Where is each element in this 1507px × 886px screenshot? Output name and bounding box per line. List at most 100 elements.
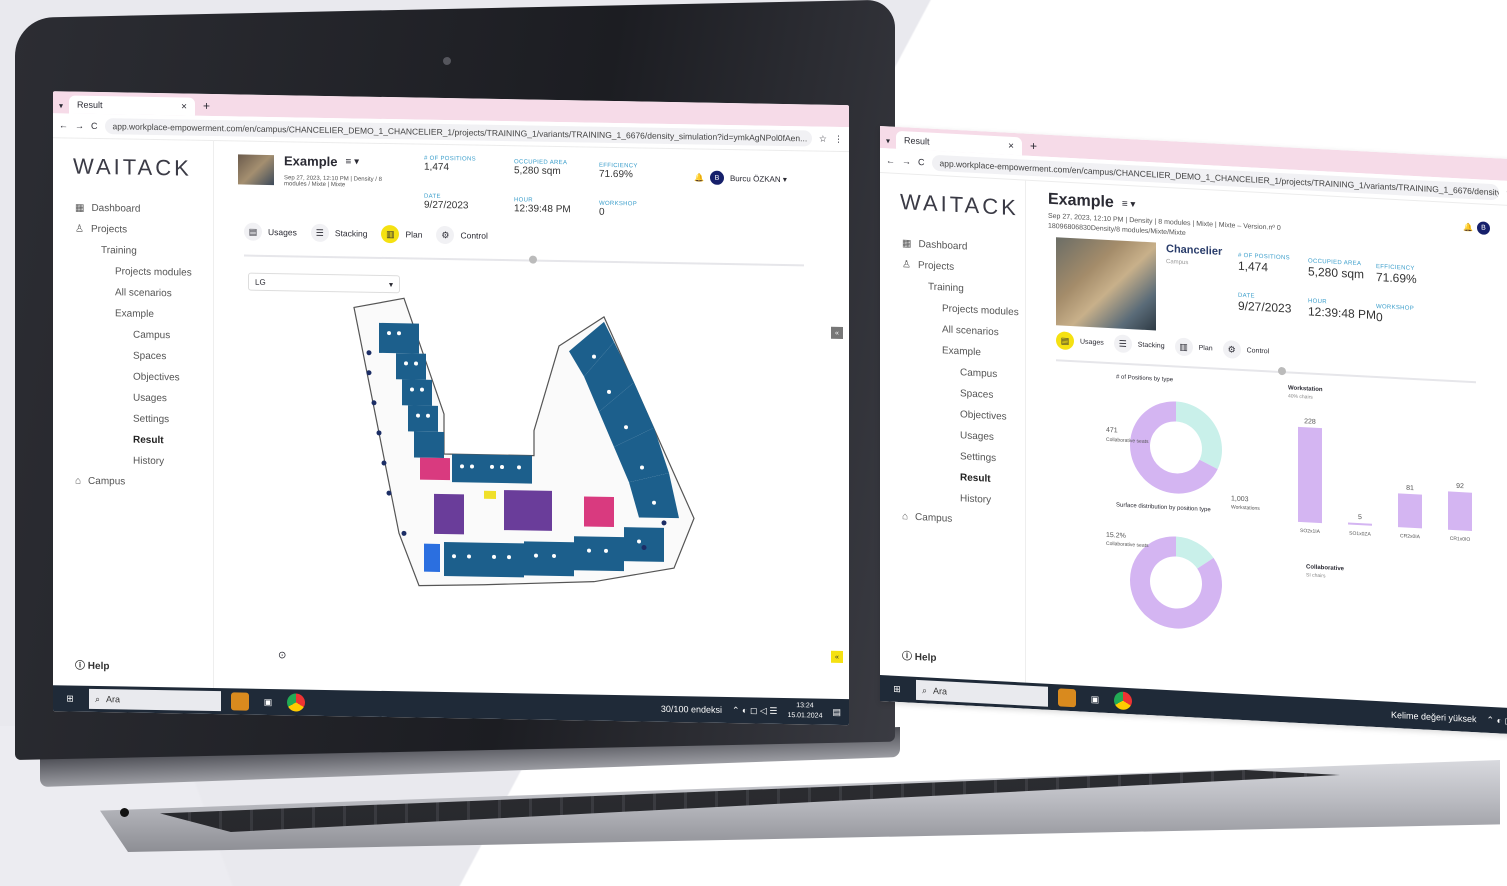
chevron-down-icon[interactable]: ▾ <box>886 136 890 145</box>
workstation-bar-category: CR2x0IA <box>1400 533 1421 540</box>
divider-slider[interactable] <box>244 254 804 267</box>
browser-tab[interactable]: Result × <box>69 95 196 116</box>
weather-status[interactable]: Kelime değeri yüksek <box>1391 710 1477 724</box>
stat-workshop: Workshop 0 <box>1376 304 1414 326</box>
chart-surface-distribution: 15.2%Collaborative seats <box>1106 532 1222 629</box>
tray-icons[interactable]: ⌃ ◐ ◻ ◁ ☰ <box>732 705 777 717</box>
title-menu-icon[interactable]: ≡ ▾ <box>1122 198 1136 210</box>
collapse-panel-button[interactable]: « <box>831 326 843 340</box>
sidebar-item-result[interactable]: Result <box>53 428 213 452</box>
tab-control[interactable]: ⚙ Control <box>1222 339 1269 360</box>
taskbar-spacer <box>315 703 651 709</box>
weather-status[interactable]: 30/100 endeksi <box>661 704 722 715</box>
clock[interactable]: 13:24 15.01.2024 <box>787 701 822 722</box>
sidebar-item-usages[interactable]: Usages <box>53 386 213 410</box>
sidebar-item-projects[interactable]: ♙ Projects <box>53 218 213 242</box>
chevron-down-icon[interactable]: ▾ <box>59 101 63 110</box>
tab-plan[interactable]: ▥ Plan <box>1174 337 1213 357</box>
taskbar-search[interactable]: ⌕ Ara <box>916 679 1048 707</box>
stat-date: Date 9/27/2023 <box>1238 293 1291 316</box>
back-icon[interactable]: ← <box>886 155 895 165</box>
sidebar-item-training[interactable]: Training <box>53 239 213 263</box>
sidebar-item-history[interactable]: History <box>53 449 213 473</box>
forward-icon[interactable]: → <box>75 121 84 131</box>
sidebar-item-campus-root[interactable]: ⌂ Campus <box>53 470 213 494</box>
help-link[interactable]: ⓘ Help <box>902 647 936 664</box>
bell-icon[interactable]: 🔔 <box>694 173 704 182</box>
tray-icons[interactable]: ⌃ ◐ ◻ <box>1487 714 1507 726</box>
usages-icon: ▤ <box>244 222 262 241</box>
expand-yellow-button[interactable]: « <box>831 650 843 664</box>
task-view-icon[interactable]: ▣ <box>259 693 277 711</box>
tab-control[interactable]: ⚙ Control <box>436 225 488 245</box>
stat-area: Occupied area 5,280 sqm <box>514 159 567 177</box>
help-link[interactable]: ⓘ Help <box>75 657 109 673</box>
avatar[interactable]: B <box>1477 221 1490 235</box>
campus-icon: ⌂ <box>902 511 909 523</box>
taskbar-search-label: Ara <box>933 685 948 697</box>
reload-icon[interactable]: C <box>91 121 98 131</box>
surface-category-label: Collaborative seats <box>1106 541 1149 549</box>
floor-plan[interactable] <box>344 292 724 599</box>
menu-dots-icon[interactable]: ⋮ <box>834 133 843 144</box>
title-menu-icon[interactable]: ≡ ▾ <box>345 156 359 167</box>
tab-label: Usages <box>268 226 297 238</box>
sidebar-item-campus[interactable]: Campus <box>53 323 213 347</box>
sidebar-item-objectives[interactable]: Objectives <box>53 365 213 389</box>
windows-start-icon[interactable]: ⊞ <box>888 679 906 698</box>
tab-usages[interactable]: ▤ Usages <box>244 222 297 242</box>
new-tab-button[interactable]: + <box>203 99 210 113</box>
user-menu[interactable]: 🔔 B Burcu ÖZKAN ▾ <box>694 170 787 186</box>
bell-icon[interactable]: 🔔 <box>1463 223 1473 233</box>
page-title: Example <box>1048 190 1114 212</box>
stat-date: Date 9/27/2023 <box>424 194 469 212</box>
close-icon[interactable]: × <box>181 101 187 112</box>
slider-handle[interactable] <box>1278 366 1286 376</box>
stat-value: 1,474 <box>424 161 450 174</box>
reload-icon[interactable]: C <box>918 157 925 167</box>
stat-value: 0 <box>1376 309 1383 325</box>
campus-icon: ⌂ <box>75 475 82 487</box>
logo: WAITACK <box>900 189 1019 221</box>
windows-start-icon[interactable]: ⊞ <box>61 689 79 707</box>
locate-icon[interactable]: ⊙ <box>278 650 286 661</box>
slider-handle[interactable] <box>529 255 537 264</box>
sidebar-item-spaces[interactable]: Spaces <box>53 344 213 368</box>
sidebar-item-settings[interactable]: Settings <box>53 407 213 431</box>
main-content: Example ≡ ▾ Sep 27, 2023, 12:10 PM | Den… <box>1026 180 1507 709</box>
task-view-icon[interactable]: ▣ <box>1086 690 1104 709</box>
chrome-icon[interactable] <box>287 693 305 712</box>
tab-stacking[interactable]: ☰ Stacking <box>1113 334 1165 355</box>
stat-value: 71.69% <box>599 168 633 181</box>
taskbar-search[interactable]: ⌕ Ara <box>89 688 221 712</box>
briefcase-icon[interactable] <box>1058 688 1076 708</box>
collab-sub: SI chairs <box>1306 572 1326 580</box>
star-icon[interactable]: ☆ <box>819 133 827 144</box>
plan-icon: ▥ <box>381 224 400 244</box>
laptop-screen: ▾ Result × + ← → C app.workplace-empower… <box>53 91 849 726</box>
workstation-bar-value: 92 <box>1456 483 1464 490</box>
search-icon: ⌕ <box>922 684 928 695</box>
sidebar-item-all-scenarios[interactable]: All scenarios <box>53 281 213 305</box>
chrome-icon[interactable] <box>1114 691 1132 711</box>
forward-icon[interactable]: → <box>902 156 911 166</box>
usages-icon: ▤ <box>1056 331 1074 351</box>
stat-value: 71.69% <box>1376 269 1417 287</box>
tab-plan[interactable]: ▥ Plan <box>381 224 422 244</box>
sidebar-item-projects-modules[interactable]: Projects modules <box>53 260 213 284</box>
tab-label: Plan <box>1198 344 1213 352</box>
collab-title: Collaborative <box>1306 564 1345 573</box>
sidebar-item-dashboard[interactable]: ▦ Dashboard <box>53 197 213 221</box>
back-icon[interactable]: ← <box>59 120 68 130</box>
briefcase-icon[interactable] <box>231 692 249 711</box>
stacking-icon: ☰ <box>310 223 329 243</box>
floor-select[interactable]: LG ▾ <box>248 272 400 294</box>
sidebar-item-example[interactable]: Example <box>53 302 213 326</box>
tab-stacking[interactable]: ☰ Stacking <box>310 223 367 243</box>
tab-usages[interactable]: ▤ Usages <box>1056 331 1104 352</box>
new-tab-button[interactable]: + <box>1030 139 1037 153</box>
workstation-bar <box>1348 522 1372 526</box>
notification-icon[interactable]: ▤ <box>832 706 841 717</box>
chart-positions-by-type: 471 Collaborative seats 1,003Workstations <box>1106 401 1260 512</box>
close-icon[interactable]: × <box>1008 140 1014 151</box>
